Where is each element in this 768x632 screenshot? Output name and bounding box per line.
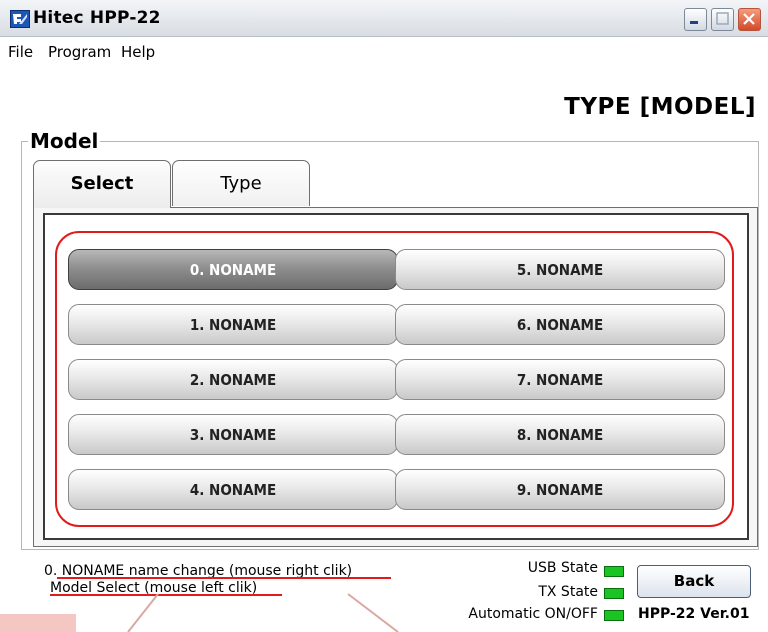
model-button-1[interactable]: 1. NONAME	[68, 304, 398, 345]
automatic-onoff-label: Automatic ON/OFF	[468, 606, 598, 622]
model-button-7[interactable]: 7. NONAME	[395, 359, 725, 400]
menu-bar: File Program Help	[0, 37, 768, 67]
pink-overlay-block	[0, 614, 76, 632]
menu-help[interactable]: Help	[121, 43, 155, 61]
back-button[interactable]: Back	[637, 565, 751, 598]
model-button-4[interactable]: 4. NONAME	[68, 469, 398, 510]
page-heading: TYPE [MODEL]	[564, 94, 756, 120]
hitec-app-icon	[10, 10, 30, 28]
maximize-button[interactable]	[711, 8, 734, 31]
model-button-8[interactable]: 8. NONAME	[395, 414, 725, 455]
group-label: Model	[28, 129, 101, 153]
menu-program[interactable]: Program	[48, 43, 111, 61]
application-window: Hitec HPP-22 File Program Help TYPE [MOD…	[0, 0, 768, 632]
annotation-pointer-lines	[127, 593, 399, 632]
tab-type[interactable]: Type	[172, 160, 310, 206]
minimize-button[interactable]	[684, 8, 707, 31]
usb-state-led	[604, 566, 624, 577]
window-title: Hitec HPP-22	[33, 8, 161, 28]
title-bar[interactable]: Hitec HPP-22	[0, 0, 768, 37]
tx-state-label: TX State	[538, 584, 598, 600]
model-button-2[interactable]: 2. NONAME	[68, 359, 398, 400]
automatic-onoff-led	[604, 610, 624, 621]
model-button-5[interactable]: 5. NONAME	[395, 249, 725, 290]
tab-select[interactable]: Select	[33, 160, 171, 208]
usb-state-label: USB State	[527, 560, 598, 576]
annotation-underline-1	[57, 577, 391, 579]
model-button-0[interactable]: 0. NONAME	[68, 249, 398, 290]
version-label: HPP-22 Ver.01	[638, 606, 750, 622]
model-button-3[interactable]: 3. NONAME	[68, 414, 398, 455]
close-button[interactable]	[738, 8, 761, 31]
model-button-9[interactable]: 9. NONAME	[395, 469, 725, 510]
model-button-6[interactable]: 6. NONAME	[395, 304, 725, 345]
tx-state-led	[604, 588, 624, 599]
menu-file[interactable]: File	[8, 43, 33, 61]
